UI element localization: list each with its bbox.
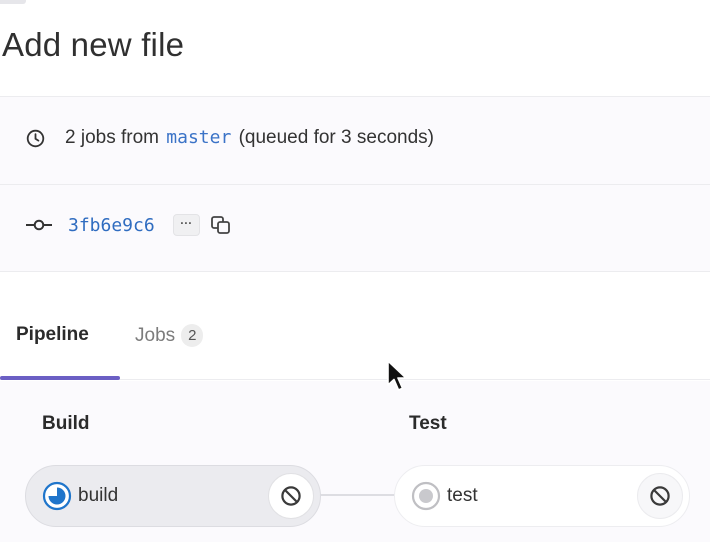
tab-pipeline-label: Pipeline — [16, 324, 89, 345]
status-suffix: (queued for 3 seconds) — [238, 127, 434, 148]
tab-jobs[interactable]: Jobs 2 — [135, 324, 204, 347]
pipeline-status-text: 2 jobs from master (queued for 3 seconds… — [65, 127, 434, 149]
cancel-icon — [281, 486, 301, 506]
stage-title-build: Build — [42, 413, 90, 434]
job-build[interactable]: build — [25, 465, 321, 527]
tab-pipeline[interactable]: Pipeline — [16, 324, 89, 346]
status-prefix: 2 jobs from — [65, 127, 159, 148]
commit-row: 3fb6e9c6 ··· — [26, 214, 232, 236]
pipeline-tabs: Pipeline Jobs 2 — [0, 310, 710, 380]
commit-sha-link[interactable]: 3fb6e9c6 — [68, 215, 155, 236]
copy-icon[interactable] — [210, 215, 232, 235]
job-name-build: build — [78, 485, 119, 506]
tab-jobs-label: Jobs — [135, 324, 176, 346]
pipeline-graph: Build Test build test — [0, 381, 710, 542]
job-name-test: test — [447, 485, 478, 506]
page-title: Add new file — [2, 26, 185, 63]
active-tab-indicator — [0, 376, 120, 380]
stage-connector — [318, 494, 398, 496]
stage-title-test: Test — [409, 413, 447, 434]
pipeline-info-panel: 2 jobs from master (queued for 3 seconds… — [0, 96, 710, 272]
created-status-icon — [411, 481, 441, 511]
cancel-build-button[interactable] — [268, 473, 314, 519]
commit-icon — [26, 218, 52, 232]
jobs-count-badge: 2 — [181, 324, 204, 347]
branch-link[interactable]: master — [164, 127, 233, 148]
job-test[interactable]: test — [394, 465, 690, 527]
pipeline-status-row: 2 jobs from master (queued for 3 seconds… — [26, 127, 434, 149]
top-bar-fragment — [0, 0, 710, 8]
top-bar-pill — [0, 0, 26, 4]
cancel-icon — [650, 486, 670, 506]
clock-icon — [26, 129, 45, 148]
cancel-test-button[interactable] — [637, 473, 683, 519]
info-divider — [0, 184, 710, 185]
running-status-icon — [42, 481, 72, 511]
expand-commit-message-button[interactable]: ··· — [172, 214, 200, 236]
mouse-pointer-icon — [386, 359, 410, 398]
